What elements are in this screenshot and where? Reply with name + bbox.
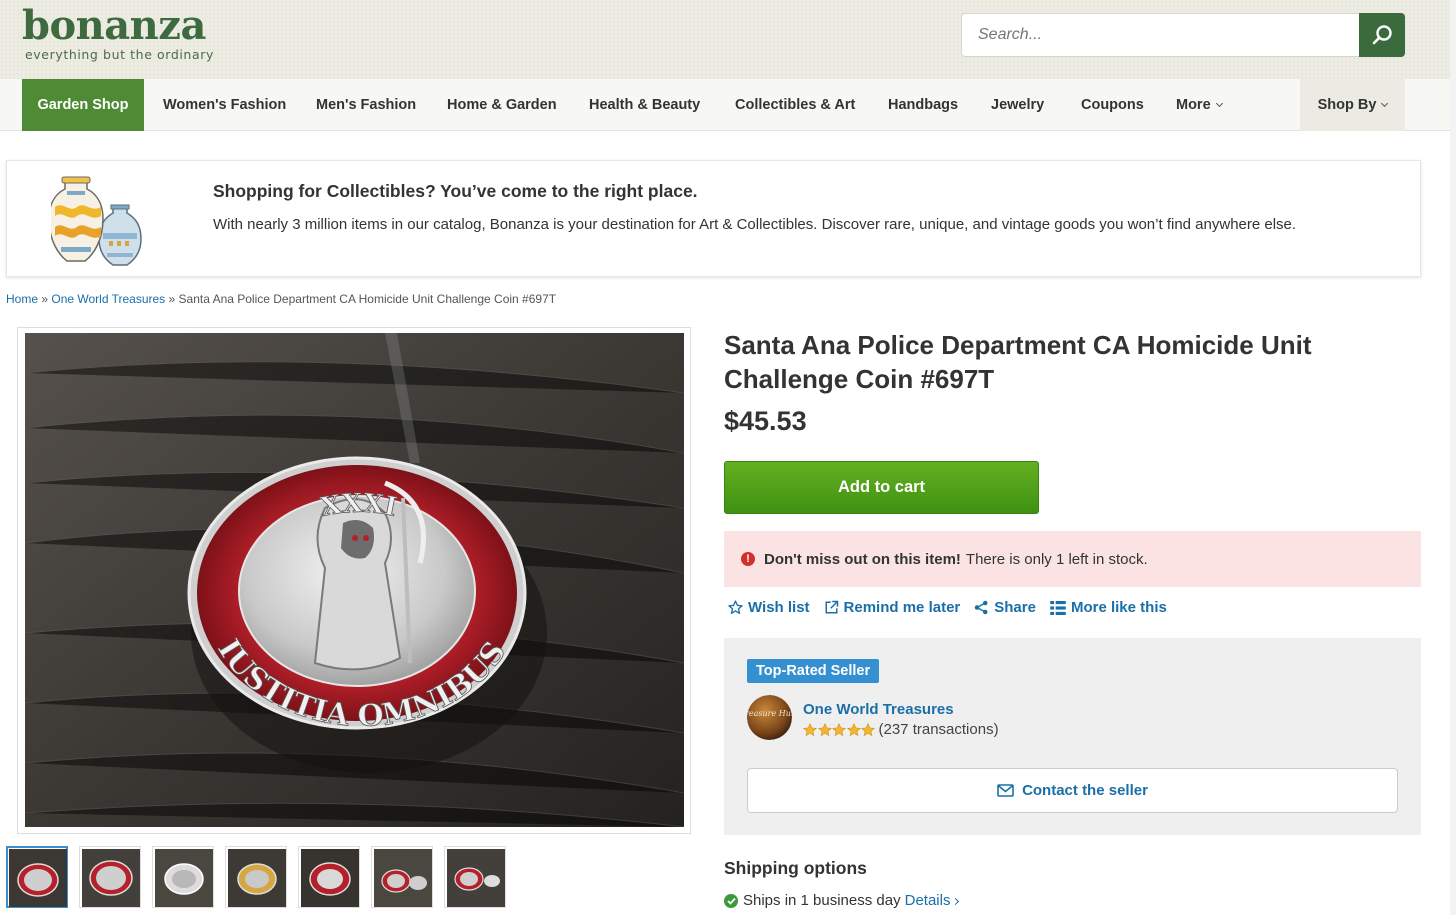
thumbnail-image: [82, 849, 140, 907]
challenge-coin-photo[interactable]: XXXI IUSTITIA OMNIBUS: [25, 333, 684, 827]
check-circle-icon: [724, 893, 738, 908]
shipping-details-label: Details: [904, 892, 951, 909]
star-icon: [846, 722, 861, 736]
ships-in-line: Ships in 1 business day Details: [724, 892, 960, 909]
seller-panel: Top-Rated Seller Treasure Hunt One World…: [724, 638, 1421, 835]
more-like-this-label: More like this: [1070, 599, 1167, 616]
external-link-icon: [825, 600, 838, 614]
nav-health-beauty[interactable]: Health & Beauty: [589, 79, 700, 131]
category-nav: Garden Shop Women's Fashion Men's Fashio…: [0, 79, 1456, 131]
vases-icon: [51, 176, 142, 266]
remind-me-later-label: Remind me later: [843, 599, 961, 616]
logo-text: bonanza: [22, 2, 206, 49]
nav-more-label: More: [1176, 97, 1211, 113]
more-like-this-link[interactable]: More like this: [1050, 599, 1167, 616]
seller-rating: (237 transactions): [803, 721, 999, 738]
search-input[interactable]: [961, 13, 1360, 57]
alert-bold-text: Don't miss out on this item!: [764, 550, 961, 568]
gallery-thumbnail-7[interactable]: [444, 846, 506, 908]
nav-more[interactable]: More: [1176, 79, 1223, 131]
search-icon: [1372, 25, 1392, 45]
top-rated-seller-badge: Top-Rated Seller: [747, 659, 880, 683]
nav-collectibles-art[interactable]: Collectibles & Art: [735, 79, 855, 131]
grid-icon: [1050, 600, 1066, 615]
wish-list-link[interactable]: Wish list: [728, 599, 810, 616]
logo-tagline: everything but the ordinary: [25, 47, 214, 62]
promo-text: With nearly 3 million items in our catal…: [213, 216, 1297, 233]
ships-in-text: Ships in 1 business day: [743, 892, 901, 909]
promo-title: Shopping for Collectibles? You’ve come t…: [213, 181, 698, 201]
remind-me-later-link[interactable]: Remind me later: [824, 599, 961, 616]
nav-mens-fashion[interactable]: Men's Fashion: [316, 79, 416, 131]
star-icon: [817, 722, 832, 736]
nav-coupons[interactable]: Coupons: [1081, 79, 1144, 131]
exclamation-icon: !: [741, 552, 755, 566]
item-actions: Wish list Remind me later Share More lik…: [728, 599, 1181, 616]
envelope-icon: [997, 784, 1014, 797]
site-header: bonanza everything but the ordinary: [0, 0, 1456, 79]
thumbnail-image: [301, 849, 359, 907]
product-image-frame[interactable]: XXXI IUSTITIA OMNIBUS: [17, 327, 691, 834]
chevron-down-icon: [1215, 99, 1223, 108]
gallery-thumbnail-1[interactable]: [6, 846, 68, 908]
wish-list-label: Wish list: [748, 599, 810, 616]
avatar-text: Treasure Hunt: [747, 709, 792, 718]
nav-shop-by-label: Shop By: [1317, 97, 1377, 113]
gallery-thumbnail-2[interactable]: [79, 846, 141, 908]
page-scrollbar[interactable]: [1450, 0, 1456, 915]
thumbnail-image: [447, 849, 505, 907]
five-star-rating: [803, 722, 876, 737]
star-outline-icon: [728, 600, 743, 615]
star-icon: [832, 722, 846, 736]
share-link[interactable]: Share: [974, 599, 1036, 616]
seller-transactions: (237 transactions): [878, 721, 999, 738]
bonanza-logo[interactable]: bonanza everything but the ordinary: [22, 2, 214, 63]
star-icon: [803, 722, 817, 736]
nav-handbags[interactable]: Handbags: [888, 79, 958, 131]
shipping-details-link[interactable]: Details: [904, 892, 960, 909]
breadcrumb-current: Santa Ana Police Department CA Homicide …: [178, 292, 557, 306]
share-label: Share: [994, 599, 1036, 616]
collectibles-promo-banner: Shopping for Collectibles? You’ve come t…: [6, 160, 1421, 277]
gallery-thumbnail-5[interactable]: [298, 846, 360, 908]
nav-womens-fashion[interactable]: Women's Fashion: [163, 79, 286, 131]
share-icon: [975, 600, 988, 615]
thumbnail-image: [228, 849, 286, 907]
breadcrumb-store[interactable]: One World Treasures: [51, 292, 165, 306]
product-price: $45.53: [724, 406, 807, 436]
contact-seller-label: Contact the seller: [1022, 782, 1148, 799]
contact-seller-button[interactable]: Contact the seller: [747, 768, 1398, 813]
gallery-thumbnail-3[interactable]: [152, 846, 214, 908]
gallery-thumbnail-4[interactable]: [225, 846, 287, 908]
nav-garden-shop[interactable]: Garden Shop: [22, 79, 144, 131]
gallery-thumbnail-6[interactable]: [371, 846, 433, 908]
seller-name-link[interactable]: One World Treasures: [803, 701, 954, 718]
nav-shop-by[interactable]: Shop By: [1300, 79, 1405, 131]
shipping-options-heading: Shipping options: [724, 858, 867, 878]
nav-home-garden[interactable]: Home & Garden: [447, 79, 557, 131]
breadcrumb-home[interactable]: Home: [6, 292, 38, 306]
alert-text: There is only 1 left in stock.: [965, 550, 1148, 568]
coin-top-text: XXXI: [318, 488, 400, 523]
breadcrumb-separator: »: [38, 292, 52, 306]
chevron-down-icon: [1381, 99, 1389, 108]
add-to-cart-button[interactable]: Add to cart: [724, 461, 1039, 514]
star-icon: [861, 722, 875, 736]
product-title: Santa Ana Police Department CA Homicide …: [724, 330, 1312, 394]
chevron-right-icon: [952, 897, 960, 906]
breadcrumb: Home » One World Treasures » Santa Ana P…: [6, 292, 556, 306]
thumbnail-image: [9, 849, 67, 907]
thumbnail-image: [155, 849, 213, 907]
thumbnail-image: [374, 849, 432, 907]
seller-avatar[interactable]: Treasure Hunt: [747, 695, 792, 740]
search-button[interactable]: [1359, 13, 1405, 57]
svg-text:XXXI: XXXI: [319, 489, 400, 523]
nav-jewelry[interactable]: Jewelry: [991, 79, 1044, 131]
breadcrumb-separator: »: [165, 292, 179, 306]
low-stock-alert: ! Don't miss out on this item! There is …: [724, 531, 1421, 587]
